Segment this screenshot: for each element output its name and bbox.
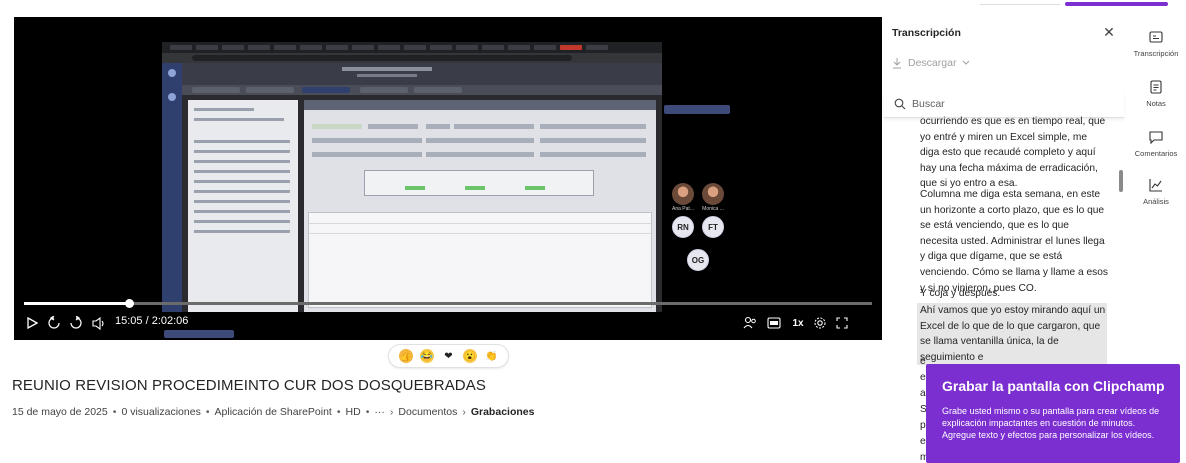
transcript-entry[interactable]: Columna me diga esta semana, en este un … [920, 187, 1108, 296]
rail-comments-button[interactable]: Comentarios [1126, 129, 1186, 158]
participant-name: Monica ... [702, 206, 724, 212]
laugh-emoji-icon[interactable]: 😂 [420, 349, 435, 363]
analytics-chart-icon [1149, 179, 1162, 192]
top-divider [980, 4, 1060, 5]
captions-icon[interactable] [766, 315, 782, 331]
like-emoji-icon[interactable]: 👍 [398, 349, 413, 363]
video-source-link[interactable]: Aplicación de SharePoint [215, 406, 332, 418]
shared-revisions-panel [304, 100, 656, 312]
download-label: Descargar [908, 57, 957, 69]
promo-text: Grabe usted mismo o su pantalla para cre… [942, 406, 1160, 441]
chevron-down-icon [963, 60, 970, 65]
surprised-emoji-icon[interactable]: 😮 [462, 349, 477, 363]
rail-transcription-label: Transcripción [1133, 49, 1179, 58]
seek-bar-played [24, 302, 130, 305]
transcript-scrollbar[interactable] [1119, 170, 1123, 192]
search-icon [894, 98, 906, 110]
shared-app-sidebar [162, 63, 182, 312]
video-title: REUNIO REVISION PROCEDIMEINTO CUR DOS DO… [12, 377, 486, 394]
time-display: 15:05 / 2:02:06 [115, 315, 189, 327]
reactions-bar: 👍 😂 ❤ 😮 👏 [388, 344, 509, 368]
seek-bar[interactable] [24, 299, 872, 308]
transcript-entry[interactable]: ocurriendo es que es en tiempo real, que… [920, 114, 1108, 192]
breadcrumb-documents[interactable]: Documentos [398, 406, 457, 418]
video-meta-row: 15 de mayo de 2025 • 0 visualizaciones •… [12, 406, 535, 418]
heart-emoji-icon[interactable]: ❤ [441, 349, 456, 363]
participant-avatar [702, 183, 724, 205]
top-strip [0, 0, 1186, 8]
transcript-entry[interactable]: Y coja y después. [920, 286, 1108, 302]
video-date: 15 de mayo de 2025 [12, 406, 108, 418]
video-views: 0 visualizaciones [121, 406, 201, 418]
video-player[interactable]: Ana Pat... Monica ... RN FT OG 15:05 / 2… [14, 17, 882, 340]
applause-emoji-icon[interactable]: 👏 [484, 349, 499, 363]
forward-10-icon[interactable] [68, 315, 84, 331]
download-icon [893, 58, 901, 69]
participant-avatar [672, 183, 694, 205]
top-accent-bar [1065, 2, 1168, 6]
chevron-right-icon: › [462, 406, 466, 418]
playback-speed-button[interactable]: 1x [790, 315, 806, 331]
rail-analytics-label: Análisis [1143, 197, 1169, 206]
chevron-right-icon: › [389, 406, 394, 418]
participant-avatar: OG [687, 249, 709, 271]
presenter-name-tag [664, 105, 730, 114]
participant-avatar: RN [672, 216, 694, 238]
rewind-10-icon[interactable] [46, 315, 62, 331]
shared-address-bar [162, 53, 662, 63]
close-icon[interactable]: ✕ [1102, 24, 1116, 40]
settings-gear-icon[interactable] [812, 315, 828, 331]
search-input[interactable] [912, 95, 1112, 113]
participant-avatar: FT [702, 216, 724, 238]
rail-comments-label: Comentarios [1134, 149, 1178, 158]
video-quality: HD [345, 406, 361, 418]
rail-notes-button[interactable]: Notas [1126, 79, 1186, 108]
rail-transcription-button[interactable]: Transcripción [1126, 29, 1186, 58]
shared-screen-frame [162, 42, 662, 312]
more-breadcrumb-button[interactable]: ··· [374, 406, 385, 418]
rail-analytics-button[interactable]: Análisis [1126, 177, 1186, 206]
transcript-title: Transcripción [892, 27, 961, 39]
comment-icon [1149, 131, 1163, 145]
breadcrumb-recordings[interactable]: Grabaciones [471, 406, 535, 418]
rail-notes-label: Notas [1146, 99, 1166, 108]
notes-icon [1150, 80, 1162, 94]
clipchamp-promo[interactable]: Grabar la pantalla con Clipchamp Grabe u… [926, 364, 1180, 463]
shared-app-header [182, 63, 662, 85]
fullscreen-icon[interactable] [834, 315, 850, 331]
volume-icon[interactable] [90, 315, 108, 331]
speaker-caption-tag [164, 330, 234, 338]
shared-app-tabs [182, 85, 662, 95]
seek-bar-handle[interactable] [125, 299, 135, 308]
download-button[interactable]: Descargar [892, 57, 970, 69]
play-button[interactable] [24, 315, 40, 331]
participants-icon[interactable] [742, 315, 758, 331]
transcript-icon [1149, 31, 1163, 43]
shared-list-panel [188, 100, 298, 312]
promo-title: Grabar la pantalla con Clipchamp [942, 378, 1165, 394]
shared-browser-tabs [162, 42, 662, 53]
